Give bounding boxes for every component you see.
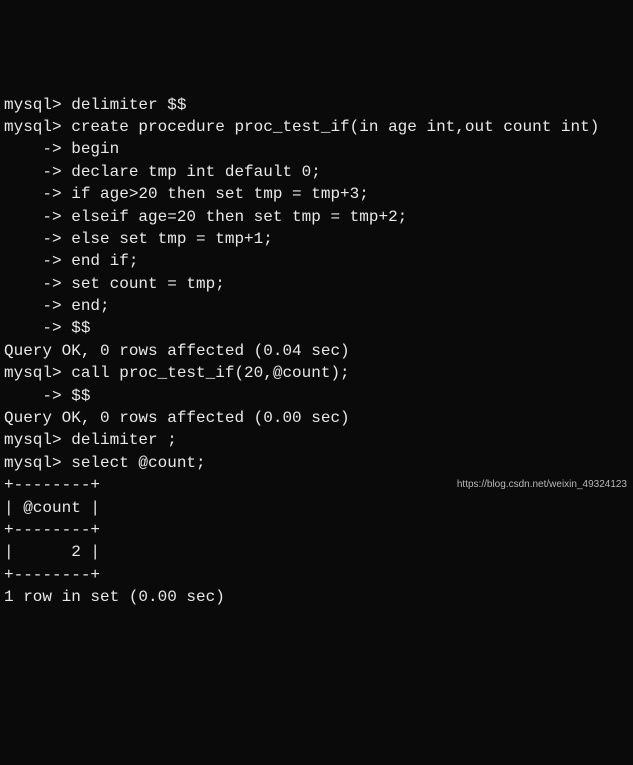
terminal-line: Query OK, 0 rows affected (0.00 sec): [4, 407, 629, 429]
terminal-line: | 2 |: [4, 541, 629, 563]
terminal-line: -> $$: [4, 317, 629, 339]
terminal-line: Query OK, 0 rows affected (0.04 sec): [4, 340, 629, 362]
terminal-line: mysql> delimiter $$: [4, 94, 629, 116]
terminal-line: -> $$: [4, 385, 629, 407]
terminal-line: +--------+: [4, 519, 629, 541]
terminal-line: -> declare tmp int default 0;: [4, 161, 629, 183]
terminal-line: -> end;: [4, 295, 629, 317]
terminal-line: -> begin: [4, 138, 629, 160]
terminal-line: mysql> select @count;: [4, 452, 629, 474]
terminal-line: -> else set tmp = tmp+1;: [4, 228, 629, 250]
watermark-text: https://blog.csdn.net/weixin_49324123: [457, 478, 627, 492]
terminal-line: +--------+: [4, 564, 629, 586]
terminal-line: 1 row in set (0.00 sec): [4, 586, 629, 608]
terminal-line: -> elseif age=20 then set tmp = tmp+2;: [4, 206, 629, 228]
terminal-line: -> set count = tmp;: [4, 273, 629, 295]
terminal-line: mysql> create procedure proc_test_if(in …: [4, 116, 629, 138]
terminal-output: mysql> delimiter $$mysql> create procedu…: [4, 94, 629, 609]
terminal-line: -> if age>20 then set tmp = tmp+3;: [4, 183, 629, 205]
terminal-line: mysql> call proc_test_if(20,@count);: [4, 362, 629, 384]
terminal-line: -> end if;: [4, 250, 629, 272]
terminal-line: mysql> delimiter ;: [4, 429, 629, 451]
